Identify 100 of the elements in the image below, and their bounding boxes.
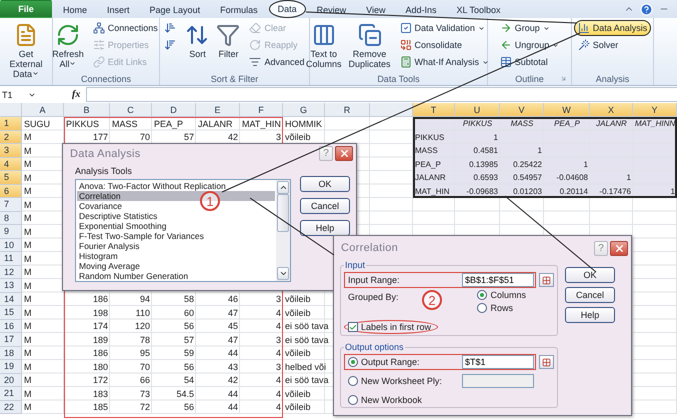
list-item[interactable]: Moving Average [77, 261, 142, 271]
column-header[interactable]: B [64, 103, 110, 117]
list-item[interactable]: Anova: Two-Factor Without Replication [77, 181, 228, 191]
dialog-button[interactable]: Cancel [565, 287, 615, 303]
dialog-button[interactable]: OK [565, 267, 615, 283]
row-header[interactable]: 22 [0, 400, 22, 414]
row-header[interactable]: 3 [0, 144, 22, 158]
name-box[interactable]: T1 [2, 90, 36, 100]
list-item[interactable]: F-Test Two-Sample for Variances [77, 231, 206, 241]
column-header[interactable]: V [500, 103, 544, 117]
row-header[interactable]: 12 [0, 266, 22, 279]
radio-button[interactable] [477, 290, 488, 300]
help-icon[interactable] [640, 2, 653, 16]
row-header[interactable]: 7 [0, 198, 22, 212]
list-item[interactable]: Exponential Smoothing [77, 221, 168, 231]
column-header[interactable]: Y [633, 103, 677, 117]
ribbon-tab[interactable]: View [357, 2, 394, 18]
column-header[interactable]: X [590, 103, 633, 117]
column-header[interactable]: R [325, 103, 370, 117]
row-header[interactable]: 18 [0, 346, 22, 360]
column-header[interactable]: T [413, 103, 455, 117]
row-header[interactable]: 6 [0, 184, 22, 198]
row-header[interactable]: 13 [0, 279, 22, 292]
row-header[interactable]: 19 [0, 360, 22, 374]
column-header[interactable]: D [152, 103, 196, 117]
row-header[interactable]: 10 [0, 238, 22, 252]
ribbon-button[interactable]: Group [496, 20, 564, 36]
row-header[interactable]: 5 [0, 171, 22, 184]
ribbon-button[interactable]: Filter [214, 20, 242, 60]
radio-button[interactable] [348, 395, 358, 405]
column-header[interactable]: E [196, 103, 240, 117]
combine-icon [400, 39, 412, 51]
ribbon-tab[interactable]: XL Toolbox [448, 2, 510, 18]
row-header[interactable]: 2 [0, 130, 22, 144]
ribbon-button[interactable]: Solver [574, 37, 652, 53]
ribbon-button[interactable]: Data Analysis [574, 20, 652, 36]
close-button[interactable] [335, 146, 353, 161]
input-field[interactable]: $B$1:$F$51 [462, 273, 534, 287]
ribbon-button[interactable]: Subtotal [496, 54, 564, 70]
ribbon-tab[interactable]: Review [308, 2, 356, 18]
list-item[interactable]: Descriptive Statistics [77, 211, 160, 221]
ribbon-button[interactable]: Sort [183, 20, 212, 60]
tools-list[interactable] [75, 179, 291, 282]
column-header[interactable]: F [240, 103, 283, 117]
list-item[interactable]: Histogram [77, 251, 120, 261]
radio-button[interactable] [477, 303, 488, 313]
option-label: Columns [490, 290, 526, 300]
table-cell: 57 [184, 132, 194, 142]
ribbon-tab[interactable]: Home [54, 2, 96, 18]
column-header[interactable]: W [544, 103, 590, 117]
ribbon-button[interactable]: Consolidate [396, 37, 494, 53]
column-header[interactable]: G [283, 103, 325, 117]
ribbon-tab[interactable]: Insert [98, 2, 139, 18]
row-header[interactable]: 4 [0, 158, 22, 171]
row-header[interactable]: 15 [0, 306, 22, 320]
formula-field[interactable] [86, 87, 677, 102]
list-item[interactable]: Covariance [77, 201, 124, 211]
ribbon-tab[interactable]: Formulas [211, 2, 267, 18]
row-header[interactable]: 14 [0, 292, 22, 306]
ribbon-button[interactable]: Refresh All [50, 20, 86, 70]
column-header[interactable]: A [22, 103, 64, 117]
function-button[interactable]: fx [72, 89, 80, 100]
range-picker-button[interactable] [539, 273, 554, 287]
dialog-button[interactable]: Help [300, 220, 350, 236]
ribbon-button[interactable]: Ungroup [496, 37, 564, 53]
ribbon-button[interactable]: Remove Duplicates [346, 20, 393, 70]
row-header[interactable]: 21 [0, 387, 22, 400]
column-header[interactable]: U [455, 103, 500, 117]
list-item[interactable]: Fourier Analysis [77, 241, 142, 251]
ribbon-button[interactable]: What-If Analysis [396, 54, 494, 70]
ribbon-tab[interactable]: Page Layout [140, 2, 210, 18]
dialog-button[interactable]: Help [565, 307, 615, 323]
file-tab[interactable]: File [0, 0, 52, 18]
input-field[interactable]: $T$1 [462, 355, 534, 369]
ribbon-tab[interactable]: Data [268, 0, 306, 18]
row-header[interactable]: 9 [0, 225, 22, 238]
dialog-button[interactable]: Cancel [300, 198, 350, 214]
ribbon-button[interactable]: Connections [88, 20, 162, 36]
scrollbar[interactable] [276, 180, 290, 281]
close-button[interactable] [610, 240, 628, 256]
table-cell: 1 [670, 186, 675, 196]
ribbon-button[interactable]: Data Validation [396, 20, 494, 36]
row-header[interactable]: 8 [0, 212, 22, 225]
ribbon-tab[interactable]: Add-Ins [396, 2, 446, 18]
column-header[interactable]: C [110, 103, 152, 117]
row-header[interactable]: 20 [0, 374, 22, 387]
sort-ascending-icon [164, 22, 176, 34]
row-header[interactable]: 16 [0, 320, 22, 333]
dialog-button[interactable]: OK [300, 176, 350, 192]
column-header[interactable] [370, 103, 413, 117]
ribbon-button[interactable]: Get External Data [2, 20, 50, 80]
row-header[interactable]: 17 [0, 333, 22, 346]
radio-button[interactable] [348, 376, 358, 386]
checkbox[interactable] [348, 322, 358, 332]
radio-button[interactable] [348, 357, 358, 367]
list-item[interactable]: Random Number Generation [77, 271, 190, 281]
row-header[interactable]: 1 [0, 117, 22, 130]
dialog-launcher-icon[interactable] [560, 75, 567, 82]
range-picker-button[interactable] [539, 355, 554, 369]
row-header[interactable]: 11 [0, 252, 22, 266]
